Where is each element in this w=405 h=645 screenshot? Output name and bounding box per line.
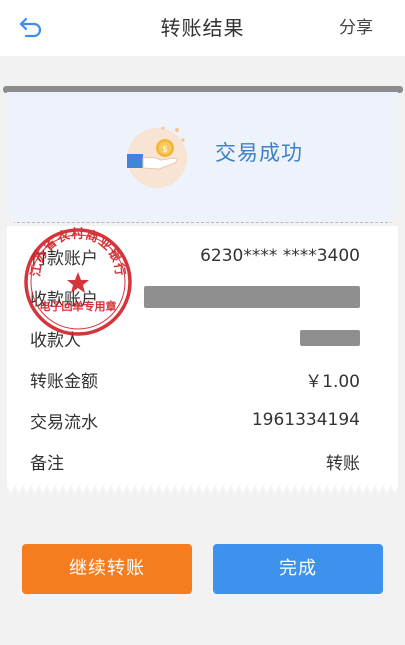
detail-label: 付款账户	[30, 248, 98, 269]
done-button[interactable]: 完成	[213, 544, 383, 594]
perforation-line	[7, 222, 398, 223]
result-banner: $ 交易成功	[7, 92, 398, 222]
detail-value: 转账	[326, 453, 360, 474]
detail-value: 6230**** ****3400	[200, 246, 360, 266]
detail-label: 备注	[30, 453, 64, 474]
detail-label: 收款人	[30, 330, 81, 351]
detail-value: 1961334194	[251, 410, 360, 430]
detail-label: 交易流水	[30, 412, 98, 433]
detail-row-serial: 交易流水 1961334194	[30, 405, 360, 435]
svg-text:$: $	[162, 145, 168, 155]
detail-row-amount: 转账金额 ￥1.00	[30, 364, 360, 394]
hand-coin-icon: $	[127, 126, 187, 188]
detail-value: ￥1.00	[305, 371, 360, 392]
continue-transfer-button[interactable]: 继续转账	[22, 544, 192, 594]
detail-row-payee-account: 收款账户	[30, 282, 360, 312]
share-button[interactable]: 分享	[339, 0, 373, 56]
redacted-payee-name	[300, 330, 360, 346]
transaction-status: 交易成功	[215, 141, 303, 165]
detail-row-remark: 备注 转账	[30, 446, 360, 476]
header-bar: 转账结果 分享	[0, 0, 405, 56]
detail-row-payer-account: 付款账户 6230**** ****3400	[30, 241, 360, 271]
detail-label: 收款账户	[30, 289, 98, 310]
detail-row-payee-name: 收款人	[30, 323, 360, 353]
redacted-payee-account	[144, 286, 360, 308]
detail-label: 转账金额	[30, 371, 98, 392]
receipt-zigzag-edge	[7, 486, 398, 493]
